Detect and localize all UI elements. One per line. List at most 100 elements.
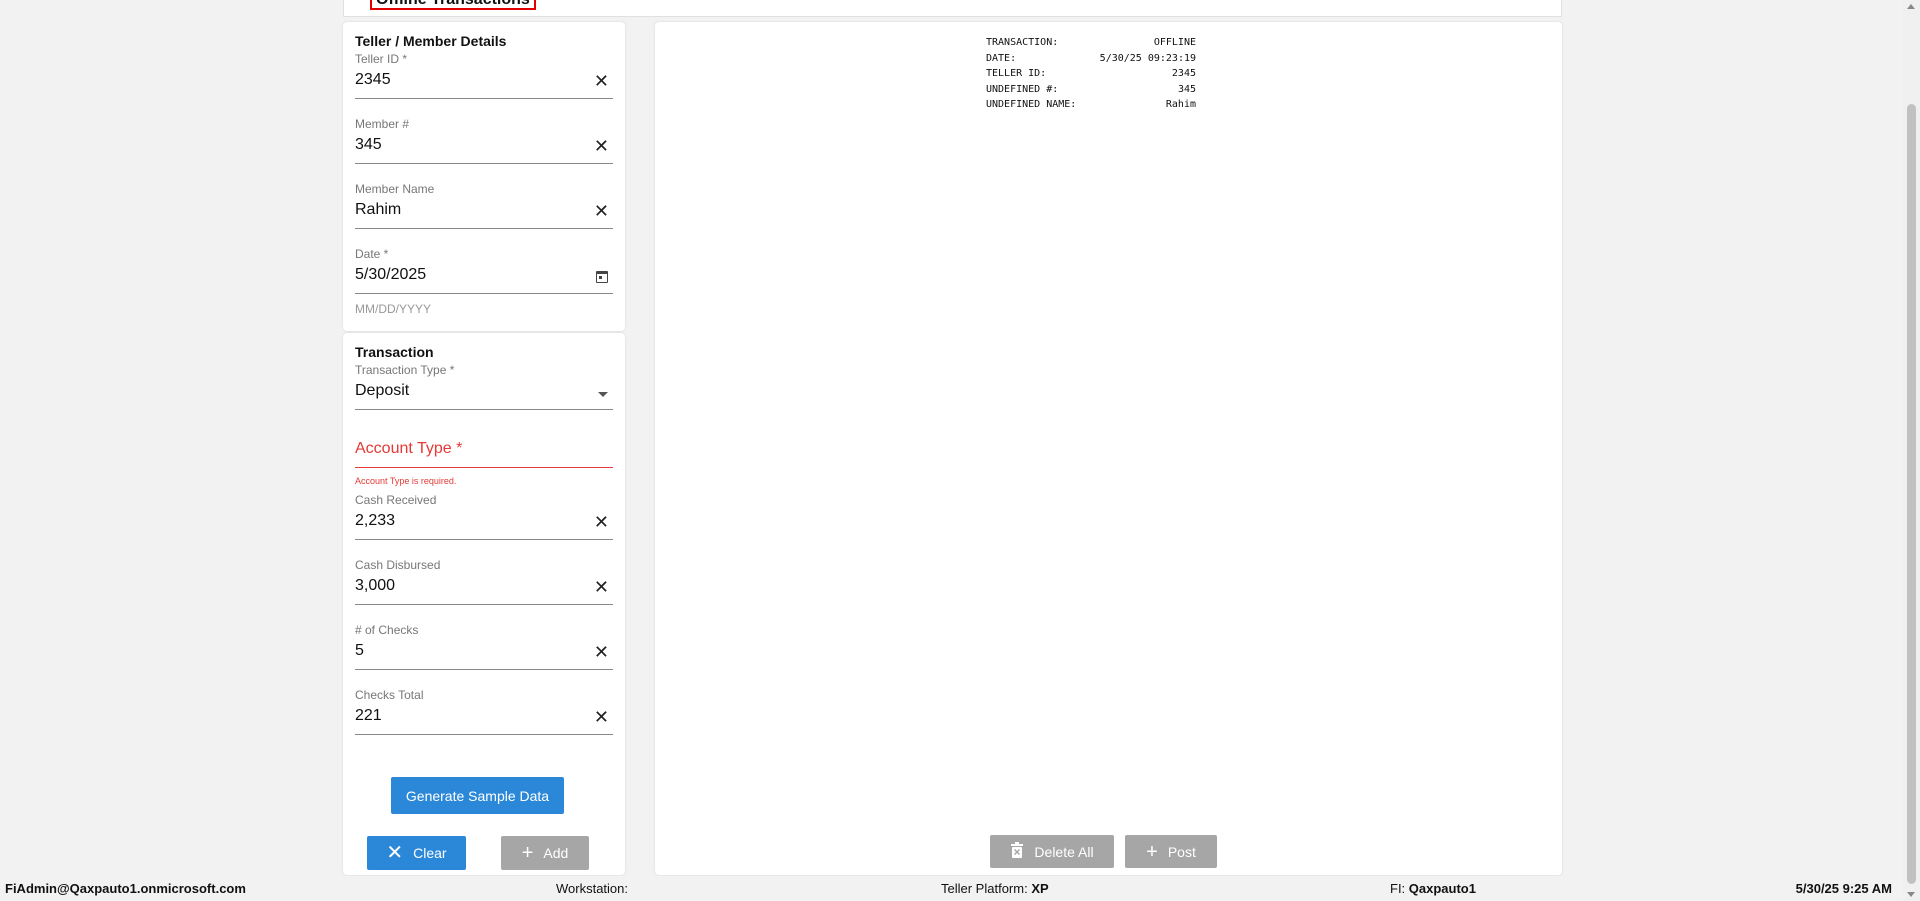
cash-disbursed-value[interactable]: 3,000 bbox=[355, 577, 395, 595]
member-number-field: Member # 345 ✕ bbox=[355, 117, 613, 164]
transaction-type-value[interactable]: Deposit bbox=[355, 382, 409, 400]
trash-icon bbox=[1010, 842, 1024, 861]
receipt-row: UNDEFINED #: 345 bbox=[986, 82, 1196, 98]
checks-total-label: Checks Total bbox=[355, 688, 424, 702]
post-button[interactable]: + Post bbox=[1125, 835, 1217, 868]
vertical-scrollbar[interactable] bbox=[1903, 0, 1920, 901]
receipt-row-label: UNDEFINED #: bbox=[986, 83, 1059, 95]
account-type-label[interactable]: Account Type * bbox=[355, 440, 462, 458]
date-label: Date * bbox=[355, 247, 389, 261]
teller-id-label: Teller ID * bbox=[355, 52, 408, 66]
account-type-error: Account Type is required. bbox=[355, 476, 457, 486]
status-workstation: Workstation: bbox=[556, 881, 628, 896]
member-name-value[interactable]: Rahim bbox=[355, 201, 401, 219]
scroll-thumb[interactable] bbox=[1907, 104, 1916, 884]
delete-all-label: Delete All bbox=[1034, 843, 1094, 860]
scroll-down-icon[interactable] bbox=[1907, 892, 1915, 897]
chevron-down-icon[interactable] bbox=[598, 392, 608, 397]
receipt-preview-panel: TRANSACTION: OFFLINE DATE: 5/30/25 09:23:19… bbox=[655, 22, 1562, 875]
transaction-section-title: Transaction bbox=[355, 344, 434, 360]
teller-section-title: Teller / Member Details bbox=[355, 33, 507, 49]
cash-received-input[interactable]: 2,233 ✕ bbox=[355, 507, 613, 540]
member-name-label: Member Name bbox=[355, 182, 435, 196]
member-number-label: Member # bbox=[355, 117, 410, 131]
receipt-row: UNDEFINED NAME: Rahim bbox=[986, 97, 1196, 113]
transaction-type-field: Transaction Type * Deposit bbox=[355, 363, 613, 410]
receipt-row-value: 2345 bbox=[1171, 68, 1196, 79]
clear-button-label: Clear bbox=[413, 845, 447, 861]
receipt-row-value: 345 bbox=[1177, 83, 1196, 95]
status-user: FiAdmin@Qaxpauto1.onmicrosoft.com bbox=[5, 881, 246, 896]
transaction-type-select[interactable]: Deposit bbox=[355, 377, 613, 410]
teller-member-panel: Teller / Member Details Teller ID * 2345… bbox=[343, 22, 625, 331]
add-button-label: Add bbox=[543, 845, 569, 861]
member-number-value[interactable]: 345 bbox=[355, 136, 382, 154]
num-checks-field: # of Checks 5 ✕ bbox=[355, 623, 613, 670]
scroll-up-icon[interactable] bbox=[1907, 4, 1915, 9]
delete-all-button[interactable]: Delete All bbox=[990, 835, 1114, 868]
transaction-panel: Transaction Transaction Type * Deposit A… bbox=[343, 333, 625, 875]
close-icon[interactable]: ✕ bbox=[594, 72, 609, 90]
receipt-row-value: OFFLINE bbox=[1153, 37, 1196, 48]
account-type-select[interactable]: Account Type * bbox=[355, 435, 613, 468]
teller-id-field: Teller ID * 2345 ✕ bbox=[355, 52, 613, 99]
date-input[interactable]: 5/30/2025 bbox=[355, 261, 613, 294]
receipt-row: DATE: 5/30/25 09:23:19 bbox=[986, 51, 1196, 67]
date-field: Date * 5/30/2025 MM/DD/YYYY bbox=[355, 247, 613, 316]
close-icon[interactable]: ✕ bbox=[594, 708, 609, 726]
close-icon[interactable]: ✕ bbox=[594, 202, 609, 220]
fi-value: Qaxpauto1 bbox=[1408, 881, 1476, 896]
platform-label: Teller Platform: bbox=[941, 881, 1028, 896]
cash-disbursed-field: Cash Disbursed 3,000 ✕ bbox=[355, 558, 613, 605]
status-datetime: 5/30/25 9:25 AM bbox=[1795, 881, 1892, 896]
close-icon[interactable]: ✕ bbox=[594, 137, 609, 155]
cash-disbursed-input[interactable]: 3,000 ✕ bbox=[355, 572, 613, 605]
member-number-input[interactable]: 345 ✕ bbox=[355, 131, 613, 164]
post-button-label: Post bbox=[1167, 843, 1196, 860]
generate-sample-data-button[interactable]: Generate Sample Data bbox=[391, 777, 564, 814]
receipt-row-value: 5/30/25 09:23:19 bbox=[1099, 52, 1196, 64]
member-name-field: Member Name Rahim ✕ bbox=[355, 182, 613, 229]
num-checks-input[interactable]: 5 ✕ bbox=[355, 637, 613, 670]
close-icon[interactable]: ✕ bbox=[594, 578, 609, 596]
status-fi: FI: Qaxpauto1 bbox=[1390, 881, 1476, 896]
generate-sample-data-label: Generate Sample Data bbox=[405, 787, 550, 804]
receipt-row-label: TELLER ID: bbox=[986, 68, 1047, 79]
add-button[interactable]: + Add bbox=[501, 836, 589, 870]
clear-button[interactable]: ✕ Clear bbox=[367, 836, 466, 870]
cash-received-field: Cash Received 2,233 ✕ bbox=[355, 493, 613, 540]
page-header: Offline Transactions bbox=[343, 0, 1562, 17]
date-helper-text: MM/DD/YYYY bbox=[355, 302, 432, 316]
receipt-row-value: Rahim bbox=[1165, 99, 1196, 110]
workstation-label: Workstation: bbox=[556, 881, 629, 896]
receipt-row-label: DATE: bbox=[986, 52, 1017, 64]
receipt-row: TELLER ID: 2345 bbox=[986, 66, 1196, 82]
transaction-type-label: Transaction Type * bbox=[355, 363, 455, 377]
teller-id-value[interactable]: 2345 bbox=[355, 71, 391, 89]
checks-total-value[interactable]: 221 bbox=[355, 707, 382, 725]
close-icon[interactable]: ✕ bbox=[594, 513, 609, 531]
checks-total-field: Checks Total 221 ✕ bbox=[355, 688, 613, 735]
receipt: TRANSACTION: OFFLINE DATE: 5/30/25 09:23:19… bbox=[986, 35, 1196, 113]
num-checks-value[interactable]: 5 bbox=[355, 642, 364, 660]
num-checks-label: # of Checks bbox=[355, 623, 419, 637]
checks-total-input[interactable]: 221 ✕ bbox=[355, 702, 613, 735]
page-title: Offline Transactions bbox=[370, 0, 536, 10]
close-icon: ✕ bbox=[386, 842, 404, 864]
date-value[interactable]: 5/30/2025 bbox=[355, 266, 426, 284]
member-name-input[interactable]: Rahim ✕ bbox=[355, 196, 613, 229]
receipt-row-label: UNDEFINED NAME: bbox=[986, 99, 1077, 110]
receipt-row-label: TRANSACTION: bbox=[986, 37, 1059, 48]
cash-received-value[interactable]: 2,233 bbox=[355, 512, 395, 530]
receipt-row: TRANSACTION: OFFLINE bbox=[986, 35, 1196, 51]
plus-icon: + bbox=[521, 842, 534, 864]
status-bar: FiAdmin@Qaxpauto1.onmicrosoft.com Workst… bbox=[0, 876, 1920, 901]
close-icon[interactable]: ✕ bbox=[594, 643, 609, 661]
platform-value: XP bbox=[1031, 881, 1049, 896]
plus-icon: + bbox=[1146, 840, 1158, 863]
teller-id-input[interactable]: 2345 ✕ bbox=[355, 66, 613, 99]
calendar-icon[interactable] bbox=[596, 271, 608, 283]
cash-disbursed-label: Cash Disbursed bbox=[355, 558, 441, 572]
fi-label: FI: bbox=[1390, 881, 1406, 896]
account-type-field: Account Type * Account Type is required. bbox=[355, 435, 613, 486]
